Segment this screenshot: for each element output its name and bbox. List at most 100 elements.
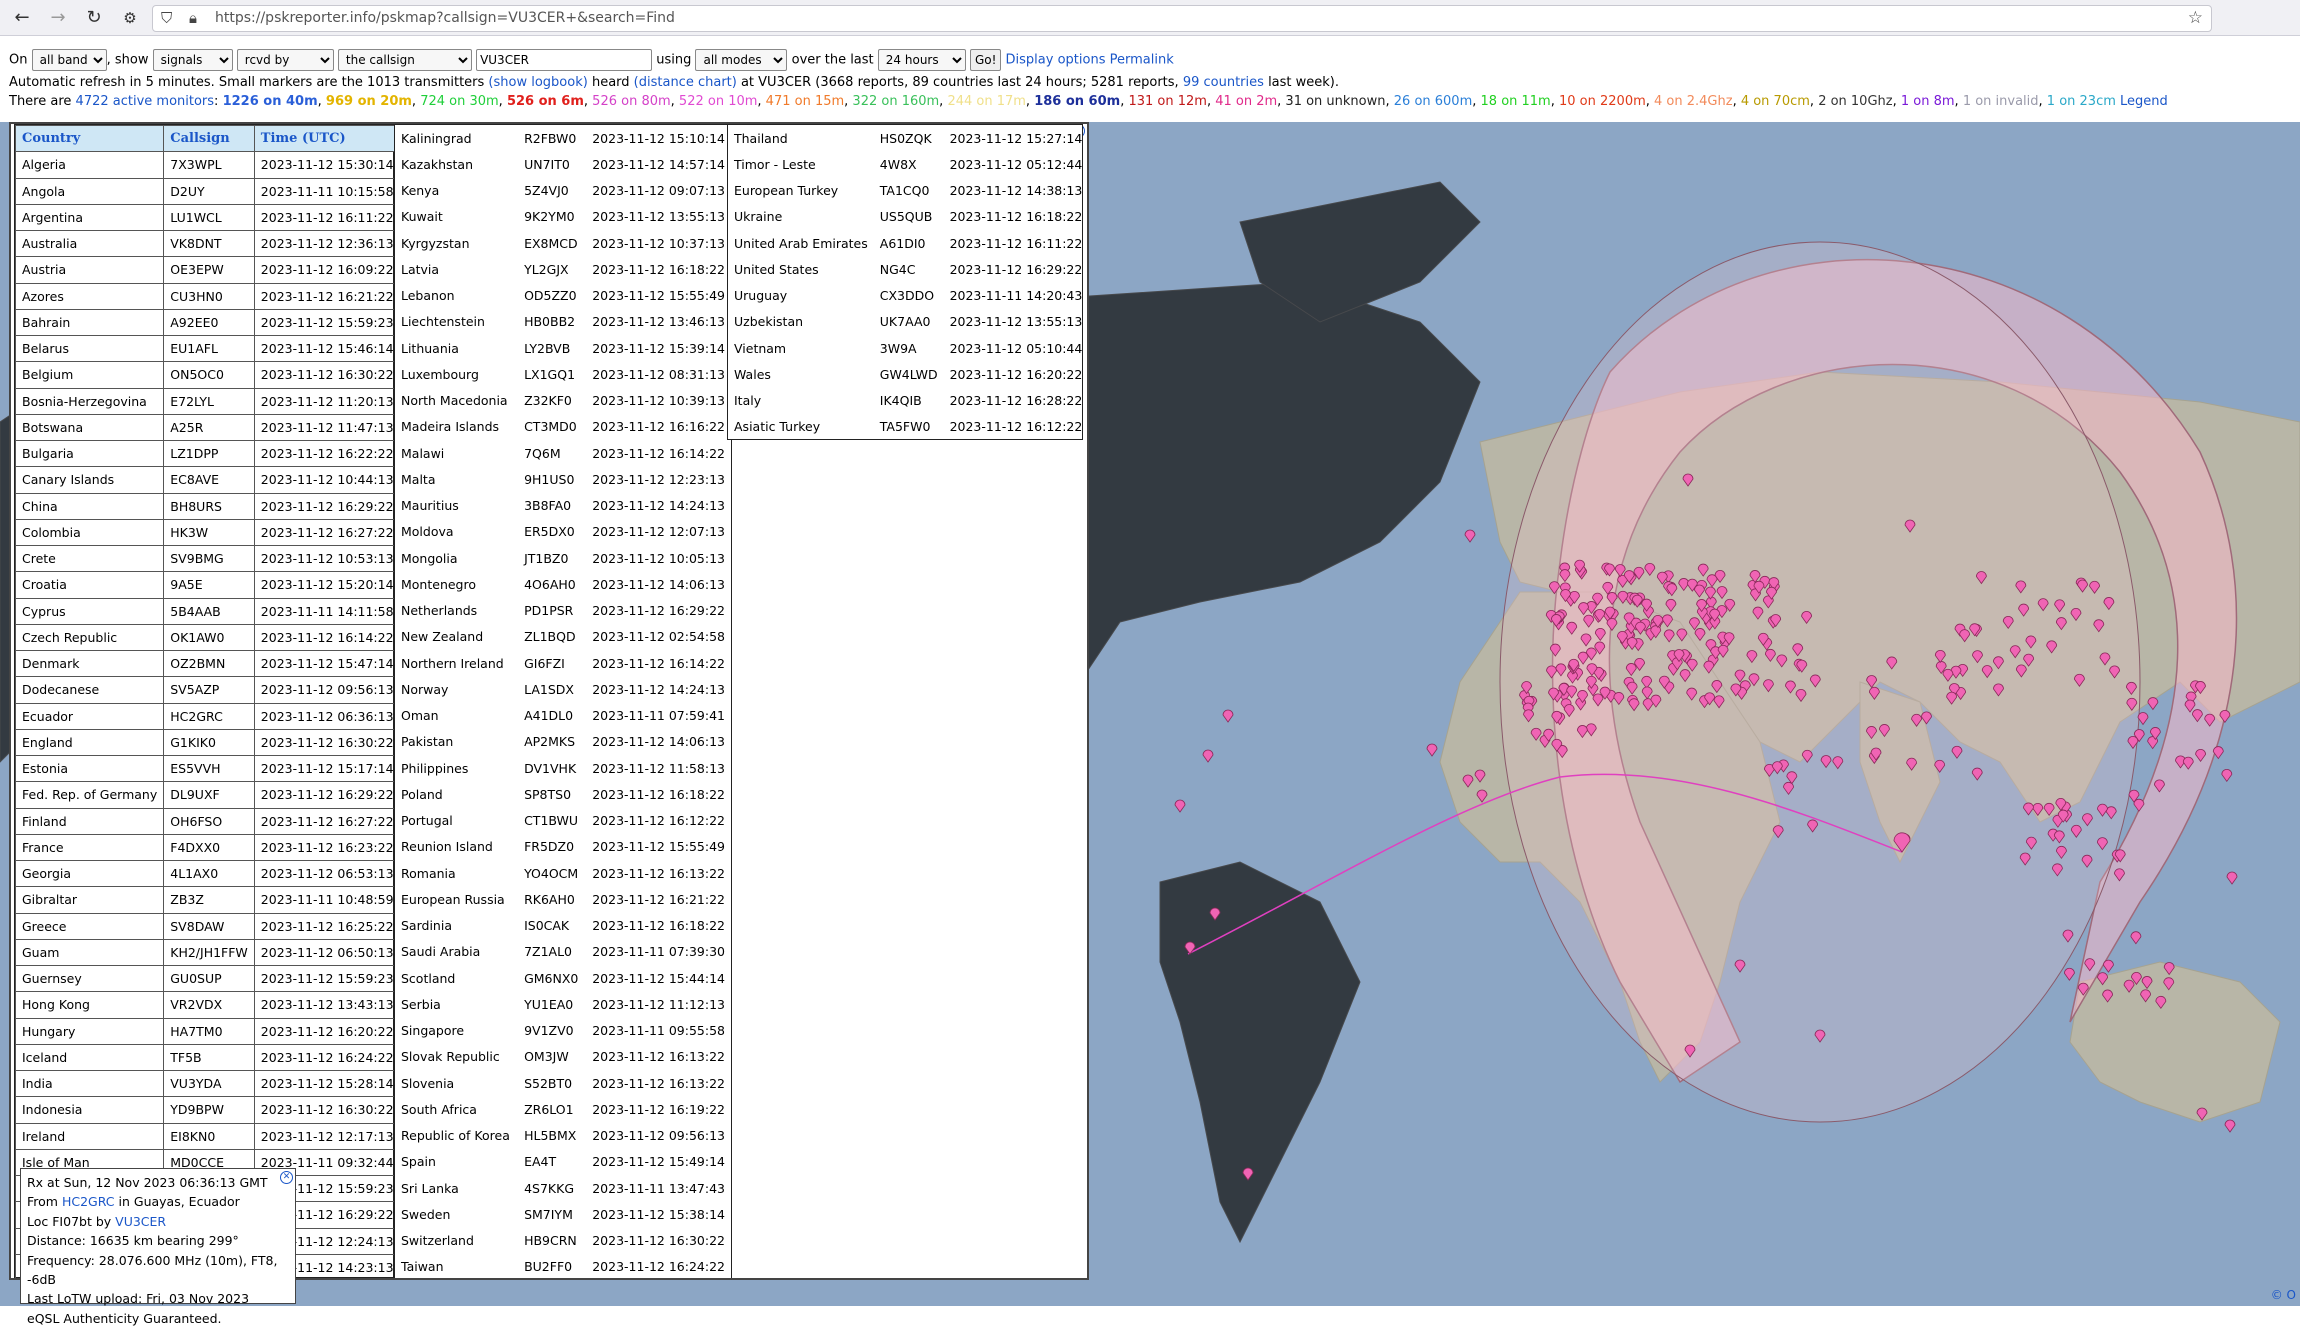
table-row[interactable]: Lebanon OD5ZZ0 2023-11-12 15:55:49: [395, 283, 731, 309]
table-row[interactable]: Madeira Islands CT3MD0 2023-11-12 16:16:22: [395, 414, 731, 440]
table-row[interactable]: Montenegro 4O6AH0 2023-11-12 14:06:13: [395, 571, 731, 597]
table-row[interactable]: Thailand HS0ZQK 2023-11-12 15:27:14: [728, 125, 1087, 151]
table-row[interactable]: Italy IK4QIB 2023-11-12 16:28:22: [728, 388, 1087, 414]
table-row[interactable]: New Zealand ZL1BQD 2023-11-12 02:54:58: [395, 624, 731, 650]
table-row[interactable]: Denmark OZ2BMN 2023-11-12 15:47:14: [14, 649, 401, 678]
table-row[interactable]: Liechtenstein HB0BB2 2023-11-12 13:46:13: [395, 309, 731, 335]
table-row[interactable]: Latvia YL2GJX 2023-11-12 16:18:22: [395, 256, 731, 282]
table-row[interactable]: Vietnam 3W9A 2023-11-12 05:10:44: [728, 335, 1087, 361]
table-row[interactable]: Colombia HK3W 2023-11-12 16:27:22: [14, 518, 401, 547]
table-row[interactable]: England G1KIK0 2023-11-12 16:30:22: [14, 728, 401, 757]
forward-icon[interactable]: →: [46, 6, 70, 30]
table-row[interactable]: Algeria 7X3WPL 2023-11-12 15:30:14: [14, 151, 401, 179]
table-row[interactable]: Romania YO4OCM 2023-11-12 16:13:22: [395, 860, 731, 886]
url-text[interactable]: https://pskreporter.info/pskmap?callsign…: [215, 10, 675, 26]
table-row[interactable]: Uzbekistan UK7AA0 2023-11-12 13:55:13: [728, 309, 1087, 335]
map-credit[interactable]: © O: [2271, 1288, 2296, 1302]
table-row[interactable]: Austria OE3EPW 2023-11-12 16:09:22: [14, 256, 401, 284]
table-row[interactable]: Kyrgyzstan EX8MCD 2023-11-12 10:37:13: [395, 230, 731, 256]
table-row[interactable]: Slovak Republic OM3JW 2023-11-12 16:13:22: [395, 1044, 731, 1070]
table-row[interactable]: European Turkey TA1CQ0 2023-11-12 14:38:13: [728, 178, 1087, 204]
table-row[interactable]: Indonesia YD9BPW 2023-11-12 16:30:22: [14, 1096, 401, 1124]
table-row[interactable]: European Russia RK6AH0 2023-11-12 16:21:22: [395, 886, 731, 912]
table-row[interactable]: Sardinia IS0CAK 2023-11-12 16:18:22: [395, 913, 731, 939]
table-row[interactable]: Greece SV8DAW 2023-11-12 16:25:22: [14, 912, 401, 940]
table-row[interactable]: Georgia 4L1AX0 2023-11-12 06:53:13: [14, 859, 401, 888]
back-icon[interactable]: ←: [10, 6, 34, 30]
table-row[interactable]: South Africa ZR6LO1 2023-11-12 16:19:22: [395, 1096, 731, 1122]
table-row[interactable]: Argentina LU1WCL 2023-11-12 16:11:22: [14, 203, 401, 232]
table-row[interactable]: Republic of Korea HL5BMX 2023-11-12 09:56:…: [395, 1123, 731, 1149]
legend-link[interactable]: Legend: [2120, 94, 2168, 109]
table-row[interactable]: Guernsey GU0SUP 2023-11-12 15:59:23: [14, 964, 401, 993]
table-row[interactable]: Norway LA1SDX 2023-11-12 14:24:13: [395, 676, 731, 702]
callsign-input[interactable]: [476, 49, 653, 71]
table-row[interactable]: Azores CU3HN0 2023-11-12 16:21:22: [14, 282, 401, 310]
bookmark-star-icon[interactable]: ☆: [2188, 8, 2203, 28]
active-monitors-link[interactable]: 4722 active monitors: [76, 94, 215, 109]
address-bar[interactable]: ⛉ 🔒︎ https://pskreporter.info/pskmap?cal…: [152, 5, 2212, 32]
table-row[interactable]: Timor - Leste 4W8X 2023-11-12 05:12:44: [728, 151, 1087, 177]
countries-link[interactable]: 99 countries: [1183, 75, 1264, 90]
table-row[interactable]: Kazakhstan UN7IT0 2023-11-12 14:57:14: [395, 151, 731, 177]
table-row[interactable]: Croatia 9A5E 2023-11-12 15:20:14: [14, 571, 401, 599]
table-row[interactable]: Poland SP8TS0 2023-11-12 16:18:22: [395, 781, 731, 807]
table-row[interactable]: Lithuania LY2BVB 2023-11-12 15:39:14: [395, 335, 731, 361]
table-row[interactable]: Malawi 7Q6M 2023-11-12 16:14:22: [395, 440, 731, 466]
table-row[interactable]: United Arab Emirates A61DI0 2023-11-12 16:…: [728, 230, 1087, 256]
table-row[interactable]: Dodecanese SV5AZP 2023-11-12 09:56:13: [14, 676, 401, 704]
table-row[interactable]: United States NG4C 2023-11-12 16:29:22: [728, 256, 1087, 282]
table-row[interactable]: Belarus EU1AFL 2023-11-12 15:46:14: [14, 334, 401, 363]
time-header[interactable]: Time (UTC): [253, 124, 401, 153]
table-row[interactable]: Mauritius 3B8FA0 2023-11-12 14:24:13: [395, 493, 731, 519]
table-row[interactable]: Iceland TF5B 2023-11-12 16:24:22: [14, 1043, 401, 1072]
table-row[interactable]: Kenya 5Z4VJ0 2023-11-12 09:07:13: [395, 178, 731, 204]
table-row[interactable]: Singapore 9V1ZV0 2023-11-11 09:55:58: [395, 1018, 731, 1044]
table-row[interactable]: China BH8URS 2023-11-12 16:29:22: [14, 492, 401, 520]
table-row[interactable]: Bulgaria LZ1DPP 2023-11-12 16:22:22: [14, 439, 401, 468]
popup-from-callsign-link[interactable]: HC2GRC: [62, 1194, 115, 1209]
table-row[interactable]: Uruguay CX3DDO 2023-11-11 14:20:43: [728, 283, 1087, 309]
table-row[interactable]: Kaliningrad R2FBW0 2023-11-12 15:10:14: [395, 125, 731, 151]
table-row[interactable]: Saudi Arabia 7Z1AL0 2023-11-11 07:39:30: [395, 939, 731, 965]
table-row[interactable]: Northern Ireland GI6FZI 2023-11-12 16:14:2…: [395, 650, 731, 676]
popup-by-callsign-link[interactable]: VU3CER: [115, 1214, 166, 1229]
table-row[interactable]: Guam KH2/JH1FFW 2023-11-12 06:50:13: [14, 938, 401, 967]
display-options-link[interactable]: Display options: [1006, 53, 1106, 68]
table-row[interactable]: Botswana A25R 2023-11-12 11:47:13: [14, 413, 401, 442]
table-row[interactable]: Serbia YU1EA0 2023-11-12 11:12:13: [395, 991, 731, 1017]
show-select[interactable]: signals: [152, 49, 233, 71]
table-row[interactable]: India VU3YDA 2023-11-12 15:28:14: [14, 1069, 401, 1098]
country-header[interactable]: Country: [14, 124, 165, 153]
table-row[interactable]: Slovenia S52BT0 2023-11-12 16:13:22: [395, 1070, 731, 1096]
shield-icon[interactable]: ⛉: [161, 9, 172, 27]
table-row[interactable]: Belgium ON5OC0 2023-11-12 16:30:22: [14, 361, 401, 389]
direction-select[interactable]: rcvd by: [236, 49, 334, 71]
table-row[interactable]: Malta 9H1US0 2023-11-12 12:23:13: [395, 466, 731, 492]
table-row[interactable]: Wales GW4LWD 2023-11-12 16:20:22: [728, 361, 1087, 387]
lock-icon[interactable]: 🔒︎: [189, 9, 197, 27]
target-select[interactable]: the callsign: [337, 49, 472, 71]
table-row[interactable]: North Macedonia Z32KF0 2023-11-12 10:39:13: [395, 388, 731, 414]
extension-icon[interactable]: ⚙: [118, 6, 142, 30]
table-row[interactable]: Bahrain A92EE0 2023-11-12 15:59:23: [14, 308, 401, 337]
table-row[interactable]: Oman A41DL0 2023-11-11 07:59:41: [395, 703, 731, 729]
table-row[interactable]: Sri Lanka 4S7KKG 2023-11-11 13:47:43: [395, 1175, 731, 1201]
table-row[interactable]: Mongolia JT1BZ0 2023-11-12 10:05:13: [395, 545, 731, 571]
table-row[interactable]: Finland OH6FSO 2023-11-12 16:27:22: [14, 807, 401, 835]
table-row[interactable]: Crete SV9BMG 2023-11-12 10:53:13: [14, 544, 401, 573]
mode-select[interactable]: all modes: [695, 49, 788, 71]
table-row[interactable]: Hong Kong VR2VDX 2023-11-12 13:43:13: [14, 991, 401, 1019]
table-row[interactable]: Gibraltar ZB3Z 2023-11-11 10:48:59: [14, 886, 401, 914]
table-row[interactable]: Bosnia-Herzegovina E72LYL 2023-11-12 11:20…: [14, 387, 401, 415]
table-row[interactable]: Reunion Island FR5DZ0 2023-11-12 15:55:49: [395, 834, 731, 860]
table-row[interactable]: Switzerland HB9CRN 2023-11-12 16:30:22: [395, 1228, 731, 1254]
band-select[interactable]: all bands: [31, 49, 107, 71]
table-row[interactable]: Canary Islands EC8AVE 2023-11-12 10:44:13: [14, 466, 401, 494]
popup-close-icon[interactable]: ✕: [280, 1171, 293, 1184]
table-row[interactable]: Pakistan AP2MKS 2023-11-12 14:06:13: [395, 729, 731, 755]
table-row[interactable]: France F4DXX0 2023-11-12 16:23:22: [14, 833, 401, 862]
table-row[interactable]: Australia VK8DNT 2023-11-12 12:36:13: [14, 229, 401, 258]
table-row[interactable]: Netherlands PD1PSR 2023-11-12 16:29:22: [395, 598, 731, 624]
table-row[interactable]: Scotland GM6NX0 2023-11-12 15:44:14: [395, 965, 731, 991]
